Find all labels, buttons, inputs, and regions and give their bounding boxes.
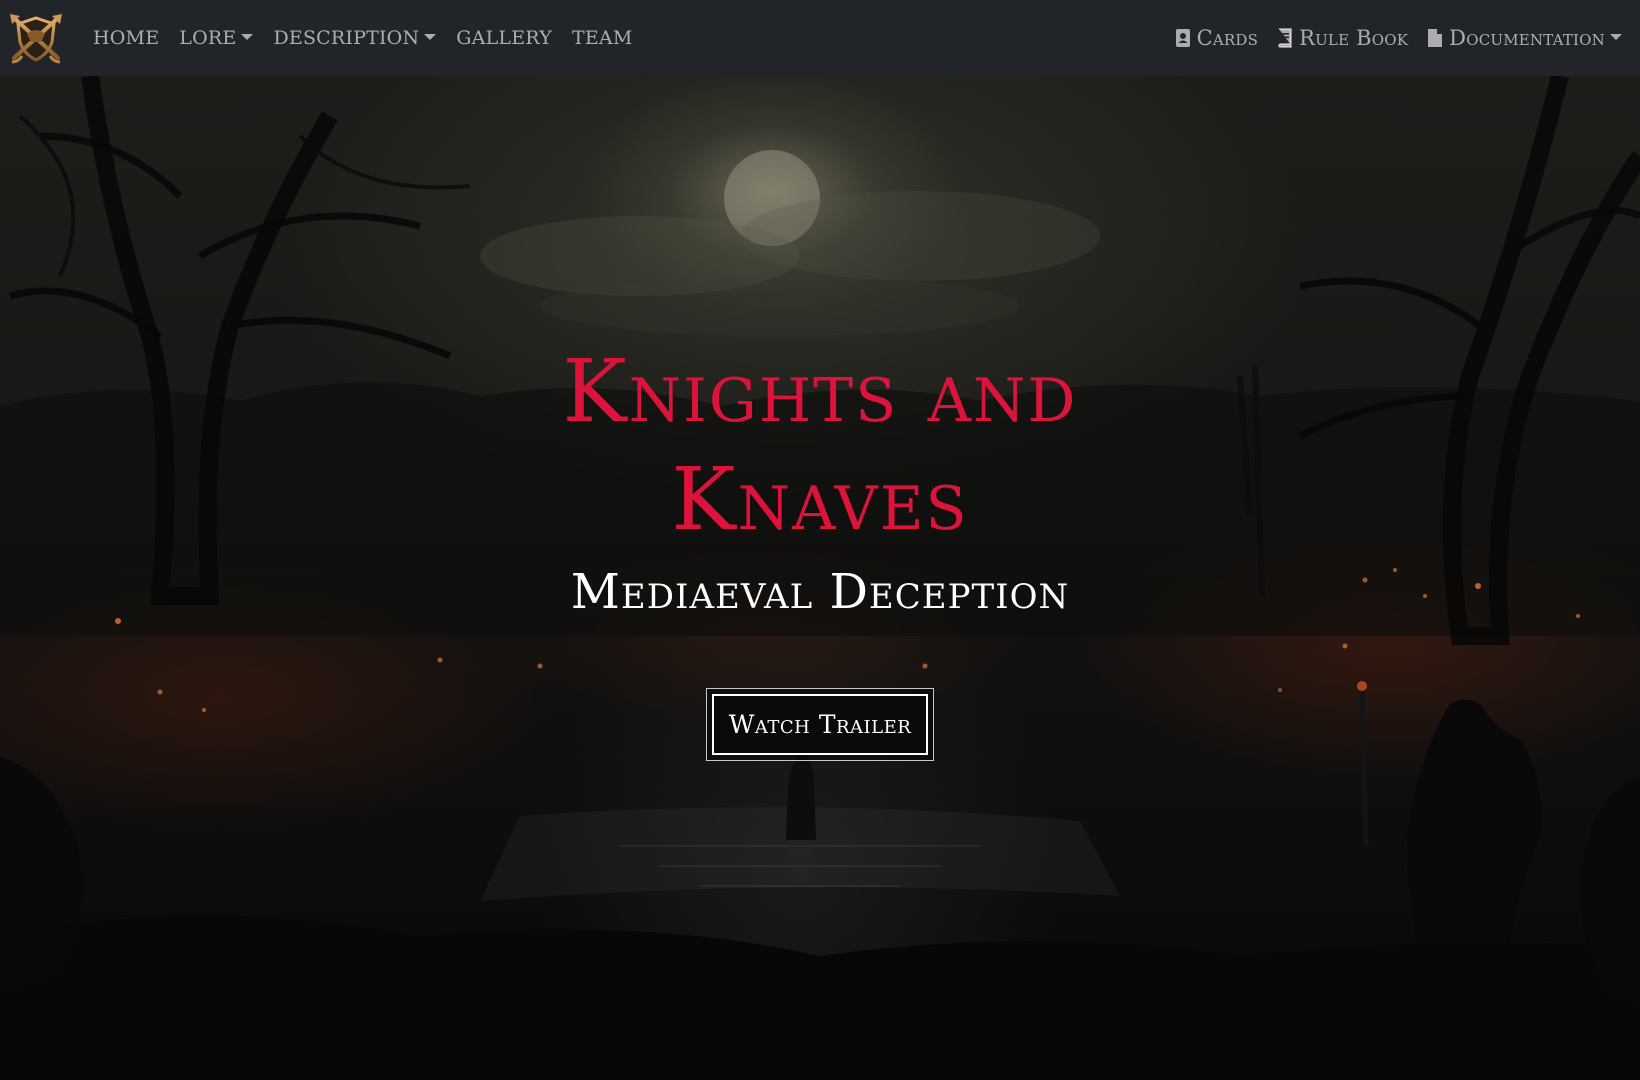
secondary-nav: Cards Rule Book Documentation [1156, 0, 1622, 76]
hero-title: Knights and Knaves [562, 342, 1078, 550]
nav-team-link[interactable]: TEAM [572, 27, 633, 49]
primary-nav: HOME LORE DESCRIPTION GALLERY TEAM [93, 0, 653, 76]
caret-down-icon [424, 34, 437, 40]
book-icon [1278, 28, 1292, 48]
contact-card-icon [1175, 29, 1190, 47]
nav-description-dropdown[interactable]: DESCRIPTION [273, 27, 437, 49]
nav-gallery-label: GALLERY [456, 27, 552, 49]
nav-lore-label: LORE [179, 27, 237, 49]
nav-documentation-dropdown[interactable]: Documentation [1427, 26, 1622, 50]
file-icon [1428, 29, 1443, 47]
caret-down-icon [241, 34, 254, 40]
nav-rule-book-link[interactable]: Rule Book [1277, 26, 1408, 50]
watch-trailer-button[interactable]: Watch Trailer [712, 694, 928, 755]
nav-home-label: HOME [93, 27, 160, 49]
hero-content: Knights and Knaves Mediaeval Deception W… [0, 76, 1640, 1080]
nav-gallery-link[interactable]: GALLERY [456, 27, 552, 49]
navbar: HOME LORE DESCRIPTION GALLERY TEAM Cards [0, 0, 1640, 76]
nav-description-label: DESCRIPTION [273, 27, 420, 49]
hero-section: Knights and Knaves Mediaeval Deception W… [0, 76, 1640, 1080]
nav-documentation-label: Documentation [1449, 26, 1605, 50]
nav-home-link[interactable]: HOME [93, 27, 159, 49]
nav-cards-label: Cards [1196, 26, 1259, 50]
nav-rule-book-label: Rule Book [1299, 26, 1409, 50]
nav-lore-dropdown[interactable]: LORE [179, 27, 254, 49]
nav-team-label: TEAM [571, 27, 633, 49]
crossed-swords-shield-icon [10, 14, 62, 64]
caret-down-icon [1610, 34, 1622, 40]
hero-subtitle: Mediaeval Deception [570, 564, 1070, 620]
brand-logo[interactable] [8, 12, 64, 64]
nav-cards-link[interactable]: Cards [1175, 26, 1259, 50]
watch-trailer-frame: Watch Trailer [706, 688, 934, 761]
